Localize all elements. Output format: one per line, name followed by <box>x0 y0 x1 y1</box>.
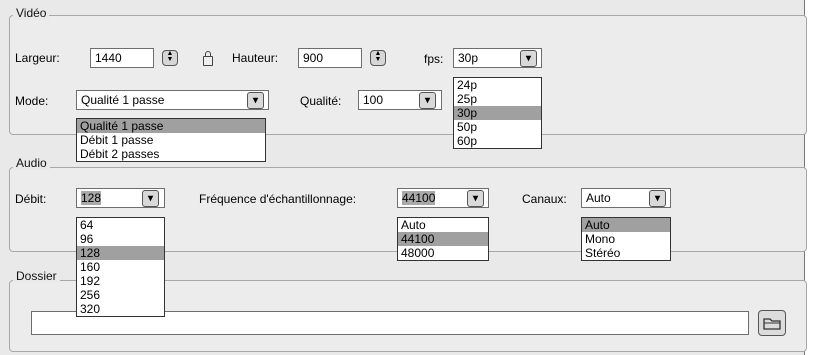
fps-option[interactable]: 25p <box>454 92 541 106</box>
samplerate-label: Fréquence d'échantillonnage: <box>199 192 357 206</box>
video-legend: Vidéo <box>13 6 50 20</box>
bitrate-options-list: 64 96 128 160 192 256 320 <box>76 217 165 317</box>
mode-option[interactable]: Débit 1 passe <box>77 133 265 147</box>
samplerate-option[interactable]: 44100 <box>398 232 488 246</box>
width-label: Largeur: <box>15 51 60 65</box>
bitrate-selected-text: 128 <box>81 191 102 205</box>
bitrate-chevron-down-icon[interactable]: ▾ <box>142 190 159 207</box>
folder-icon <box>763 318 781 330</box>
lock-icon[interactable] <box>203 51 213 66</box>
mode-option[interactable]: Débit 2 passes <box>77 147 265 161</box>
channels-label: Canaux: <box>522 192 567 206</box>
samplerate-option[interactable]: 48000 <box>398 246 488 260</box>
quality-chevron-down-icon[interactable]: ▾ <box>419 92 436 109</box>
bitrate-option[interactable]: 160 <box>77 260 164 274</box>
samplerate-chevron-down-icon[interactable]: ▾ <box>467 190 484 207</box>
channels-options-list: Auto Mono Stéréo <box>581 217 671 261</box>
video-group <box>9 15 807 135</box>
quality-label: Qualité: <box>300 94 342 108</box>
width-input[interactable]: 1440 <box>90 48 154 68</box>
bitrate-label: Débit: <box>15 192 47 206</box>
channels-option[interactable]: Mono <box>582 232 670 246</box>
bitrate-option[interactable]: 256 <box>77 288 164 302</box>
samplerate-selected-text: 44100 <box>402 191 436 205</box>
samplerate-options-list: Auto 44100 48000 <box>397 217 489 261</box>
mode-label: Mode: <box>15 94 49 108</box>
mode-chevron-down-icon[interactable]: ▾ <box>247 92 264 109</box>
bitrate-option[interactable]: 192 <box>77 274 164 288</box>
bitrate-option[interactable]: 96 <box>77 232 164 246</box>
channels-option[interactable]: Auto <box>582 218 670 232</box>
browse-folder-button[interactable] <box>758 310 786 336</box>
height-spinner-icon[interactable]: ▲ ▼ <box>370 50 386 66</box>
samplerate-option[interactable]: Auto <box>398 218 488 232</box>
audio-legend: Audio <box>13 156 50 170</box>
fps-option[interactable]: 24p <box>454 78 541 92</box>
fps-chevron-down-icon[interactable]: ▾ <box>520 50 537 67</box>
bitrate-option[interactable]: 64 <box>77 218 164 232</box>
height-label: Hauteur: <box>232 51 279 65</box>
folder-legend: Dossier <box>13 269 60 283</box>
bitrate-option[interactable]: 320 <box>77 302 164 316</box>
mode-options-list: Qualité 1 passe Débit 1 passe Débit 2 pass… <box>76 118 266 162</box>
mode-option[interactable]: Qualité 1 passe <box>77 119 265 133</box>
bitrate-option[interactable]: 128 <box>77 246 164 260</box>
channels-option[interactable]: Stéréo <box>582 246 670 260</box>
height-input[interactable]: 900 <box>298 48 362 68</box>
fps-option[interactable]: 60p <box>454 134 541 148</box>
channels-chevron-down-icon[interactable]: ▾ <box>649 190 666 207</box>
fps-label: fps: <box>424 52 444 66</box>
width-spinner-icon[interactable]: ▲ ▼ <box>162 50 178 66</box>
fps-option[interactable]: 50p <box>454 120 541 134</box>
mode-select[interactable]: Qualité 1 passe <box>76 90 269 110</box>
fps-option[interactable]: 30p <box>454 106 541 120</box>
fps-options-list: 24p 25p 30p 50p 60p <box>453 77 542 149</box>
